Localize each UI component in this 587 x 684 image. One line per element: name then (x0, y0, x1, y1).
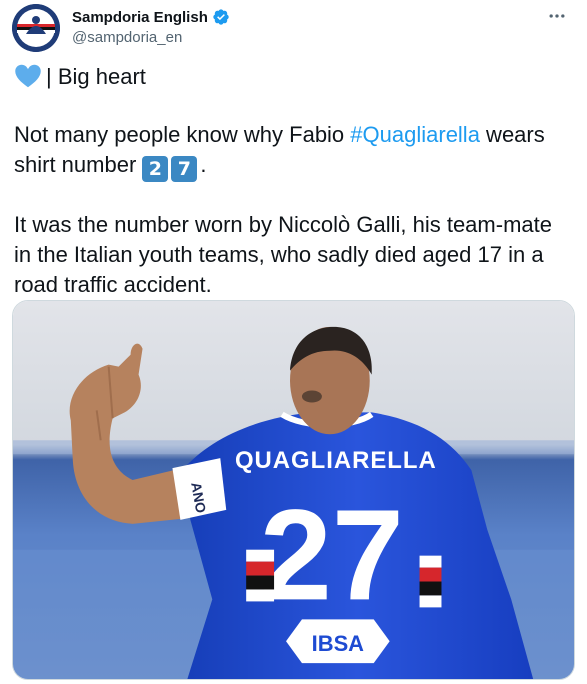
more-options-button[interactable] (539, 4, 575, 28)
sampdoria-logo-icon (12, 4, 60, 52)
author-names: Sampdoria English @sampdoria_en (72, 6, 230, 46)
tweet-paragraph-3: It was the number worn by Niccolò Galli,… (14, 212, 552, 297)
tweet-header: Sampdoria English @sampdoria_en (12, 4, 575, 56)
avatar[interactable] (12, 4, 60, 52)
tweet-media-image[interactable]: ANO QUAGLIARELLA 27 IBSA (12, 300, 575, 680)
tweet-p2-end: . (200, 152, 207, 177)
shirt-number: 27 (260, 484, 404, 628)
jersey-stripes-right (419, 555, 442, 608)
shirt-name: QUAGLIARELLA (235, 447, 437, 474)
tweet-p2-text: Not many people know why Fabio (14, 122, 351, 147)
verified-badge-icon (213, 9, 229, 25)
tweet-text: | Big heart Not many people know why Fab… (14, 62, 574, 300)
jersey-stripes-left (246, 549, 275, 602)
author-handle[interactable]: @sampdoria_en (72, 29, 230, 46)
sponsor-logo: IBSA (312, 631, 365, 656)
blue-heart-icon (15, 64, 41, 88)
tweet-paragraph-2: Not many people know why Fabio #Quagliar… (14, 120, 574, 182)
tweet-line-1-text: | Big heart (46, 64, 146, 89)
hashtag-link[interactable]: #Quagliarella (350, 122, 480, 147)
player-photo: ANO QUAGLIARELLA 27 IBSA (13, 301, 574, 679)
keycap-digit-2: 2 (142, 156, 169, 182)
keycap-digit-7: 7 (171, 156, 198, 182)
author-display-name[interactable]: Sampdoria English (72, 9, 208, 26)
more-options-icon (549, 14, 565, 18)
tweet-line-1: | Big heart (14, 62, 574, 92)
